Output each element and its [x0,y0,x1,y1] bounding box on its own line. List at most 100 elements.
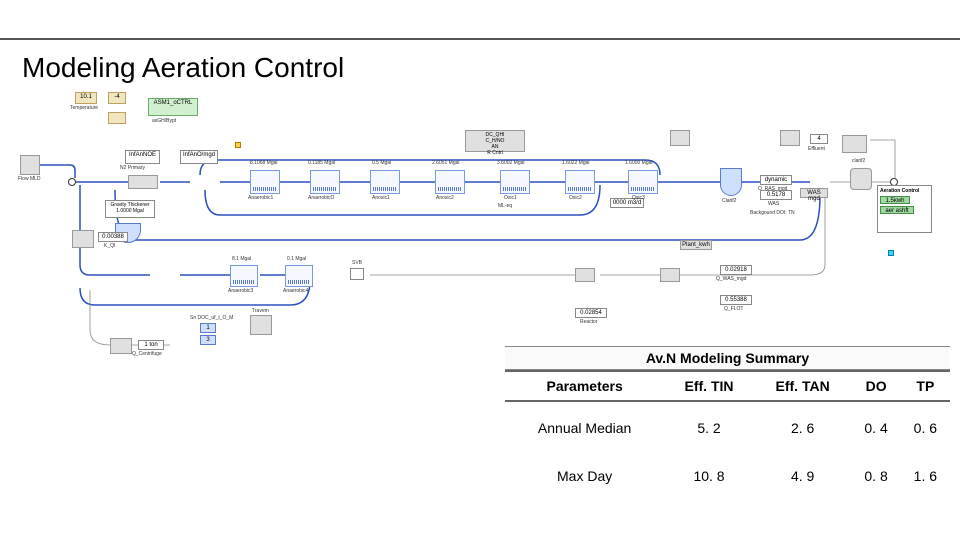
tank-anoxic1-lbl: Anoxic1 [372,195,390,201]
aer-ctrl-title: Aeration Control [880,188,929,194]
side-valve-1 [575,268,595,282]
was-btm-lbl: Backgound DOI; TN [750,210,795,216]
results-table-wrap: Av.N Modeling Summary Parameters Eff. TI… [505,370,950,498]
svb-box [350,268,364,280]
influent-label: Flow MLD [18,176,41,182]
tank-oxic2-vol: 1.6022 Mgal [562,160,590,166]
tank-anaerobic1-vol: 8.1068 Mgal [250,160,278,166]
tank-oxic2 [565,170,595,194]
tank-anaerobic2-vol: 0.1185 Mgal [308,160,335,166]
nodbox1: 1 [200,323,216,333]
ctrl-box-2 [670,130,690,146]
effluent-display [842,135,867,153]
cell-param: Annual Median [505,401,664,454]
process-flow-diagram: 10.1 Temperature -4 ASM1_oCTRL asGH/Bypt… [20,90,940,350]
filt-box-icon [72,230,94,248]
travem-box [250,315,272,335]
tank-anaerobic1-lbl: Anaerobic1 [248,195,273,201]
was-k-box: 0.5178 [760,190,792,200]
airv-box: -4 [108,92,126,104]
anin1-lbl: N2 Primary [120,165,145,171]
col-tin: Eff. TIN [664,371,754,401]
clarifier-lbl: Clarif2 [722,198,736,204]
side-tank-2-lbl: Anaerobic4 [283,288,308,294]
gft-box: Gravity Thickener 1.0000 Mgal [105,200,155,218]
effluent-sensor [850,168,872,190]
airv2-box [108,112,126,124]
reac-k-lbl: Reactor [580,319,598,325]
temp-label: Temperature [70,105,98,111]
side-valve-2 [660,268,680,282]
clarifier [720,168,742,196]
far-right-lbl: Q_FLOT [724,306,743,312]
tank-oxic3-lbl: Oxic3 [632,195,645,201]
tank-oxic3 [628,170,658,194]
eff-node-value: 4 [810,134,828,144]
cell-tan: 2. 6 [754,401,852,454]
cell-tp: 0. 6 [901,401,950,454]
cell-tp: 1. 6 [901,454,950,498]
tank-anaerobic2 [310,170,340,194]
side-tank-1 [230,265,258,287]
reac-k-box: 0.02854 [575,308,607,318]
nodbox2: 3 [200,335,216,345]
tank-anoxic1 [370,170,400,194]
results-title: Av.N Modeling Summary [505,346,950,370]
col-tp: TP [901,371,950,401]
cell-do: 0. 8 [851,454,900,498]
split-node-1 [68,178,76,186]
far-right-box: 0.55388 [720,295,752,305]
eff-node-lbl: Effluent [808,146,825,152]
filt-k-lbl: K_QI [104,243,115,249]
kwh-box: Plant_kwh [680,240,712,250]
ctrl-box-1: DC_QHIC_H/NOANR Cntrl [465,130,525,152]
table-header-row: Parameters Eff. TIN Eff. TAN DO TP [505,371,950,401]
cell-tin: 5. 2 [664,401,754,454]
influent-node [20,155,40,175]
noddry-lbl: Sn DOC_uf_t_O_M [190,315,233,321]
bottom-k-lbl: Q_WAS_mgd [716,276,746,282]
anin1-box: InfAnNOE [125,150,160,164]
clarif2-lbl: clarif2 [852,158,865,164]
anin2-box: InfAnO/mgd [180,150,218,164]
tank-oxic2-lbl: Oxic2 [569,195,582,201]
was-lbl: WAS [768,201,779,207]
diagram-wires [20,90,940,350]
tank-anoxic1-vol: 0.5 Mgal [372,160,391,166]
results-table: Parameters Eff. TIN Eff. TAN DO TP Annua… [505,370,950,498]
col-do: DO [851,371,900,401]
ctrl-box-3 [780,130,800,146]
was-mgd-box: WAS mgd [800,188,828,198]
tank-anoxic2-vol: 2.6051 Mgal [432,160,460,166]
cell-tin: 10. 8 [664,454,754,498]
title-divider [0,38,960,40]
cell-do: 0. 4 [851,401,900,454]
tank-oxic3-vol: 1.6000 Mgal [625,160,653,166]
thick-box: 1 ton [138,340,164,350]
asm-box: ASM1_oCTRL [148,98,198,116]
aer-ctrl-sh: aer ashft [880,206,914,214]
cell-param: Max Day [505,454,664,498]
tank-anaerobic1 [250,170,280,194]
side-tank-1-vol: 8.1 Mgal [232,256,251,262]
gft-vol: 1.0000 Mgal [116,208,144,214]
tank-anoxic2 [435,170,465,194]
page-title: Modeling Aeration Control [22,52,344,84]
col-tan: Eff. TAN [754,371,852,401]
aeration-control-panel: Aeration Control 1.5kwh aer ashft [877,185,932,233]
aer-ctrl-kwh: 1.5kwh [880,196,910,204]
tank-anoxic2-lbl: Anoxic2 [436,195,454,201]
table-row: Max Day 10. 8 4. 9 0. 8 1. 6 [505,454,950,498]
travem-lbl: Travem [252,308,269,314]
meter-1 [235,142,241,148]
meter-cyan [888,250,894,256]
svb-lbl: SVB [352,260,362,266]
side-tank-2 [285,265,313,287]
cent-box [110,338,132,354]
anin-n2 [128,175,158,189]
tank-oxic1-lbl: Oxic1 [504,195,517,201]
side-tank-1-lbl: Anaerobic3 [228,288,253,294]
thick-lbl: Q_Centrifuge [132,351,162,357]
cell-tan: 4. 9 [754,454,852,498]
table-row: Annual Median 5. 2 2. 6 0. 4 0. 6 [505,401,950,454]
